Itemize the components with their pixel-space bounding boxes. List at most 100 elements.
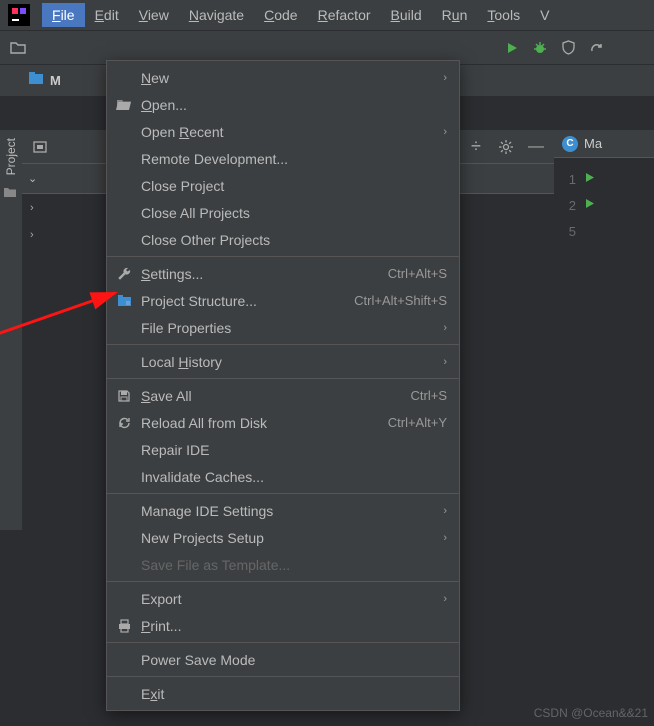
menu-item-save-file-as-template: Save File as Template... <box>107 551 459 578</box>
menu-item-project-structure[interactable]: Project Structure... Ctrl+Alt+Shift+S <box>107 287 459 314</box>
open-folder-icon[interactable] <box>8 38 28 58</box>
menu-item-file-properties[interactable]: File Properties› <box>107 314 459 341</box>
menu-item-reload-all-from-disk[interactable]: Reload All from Disk Ctrl+Alt+Y <box>107 409 459 436</box>
menu-item-invalidate-caches[interactable]: Invalidate Caches... <box>107 463 459 490</box>
gutter-line[interactable]: 2 <box>558 192 650 218</box>
menu-item-settings[interactable]: Settings... Ctrl+Alt+S <box>107 260 459 287</box>
main-toolbar <box>0 30 654 64</box>
editor-area: C Ma 1 2 5 <box>554 130 654 726</box>
folder-icon[interactable] <box>3 185 19 201</box>
gear-icon[interactable] <box>496 137 516 157</box>
menu-item-export[interactable]: Export › <box>107 585 459 612</box>
menu-item-close-other-projects[interactable]: Close Other Projects <box>107 226 459 253</box>
menu-item-close-project[interactable]: Close Project <box>107 172 459 199</box>
project-icon <box>28 71 44 90</box>
wrench-icon <box>115 266 133 281</box>
chevron-right-icon: › <box>443 593 447 605</box>
save-icon <box>115 389 133 403</box>
editor-tab[interactable]: C Ma <box>554 130 654 158</box>
collapse-icon[interactable]: ÷ <box>466 137 486 157</box>
run-icon[interactable] <box>502 38 522 58</box>
chevron-right-icon: › <box>443 505 447 517</box>
gutter-line[interactable]: 1 <box>558 166 650 192</box>
menu-view[interactable]: View <box>129 3 179 27</box>
menu-item-shortcut: Ctrl+S <box>411 388 447 403</box>
menu-item-manage-ide-settings[interactable]: Manage IDE Settings› <box>107 497 459 524</box>
reload-icon <box>115 415 133 430</box>
menu-item-label: Settings... <box>141 266 380 282</box>
menu-item-label: Close All Projects <box>141 205 447 221</box>
menu-item-label: Reload All from Disk <box>141 415 380 431</box>
menu-run[interactable]: Run <box>432 3 478 27</box>
menu-item-label: New Projects Setup <box>141 530 435 546</box>
menu-item-shortcut: Ctrl+Alt+Y <box>388 415 447 430</box>
menu-item-label: Open... <box>141 97 447 113</box>
intellij-logo <box>8 4 30 26</box>
menu-item-shortcut: Ctrl+Alt+Shift+S <box>354 293 447 308</box>
menu-item-power-save-mode[interactable]: Power Save Mode <box>107 646 459 673</box>
menu-file[interactable]: File <box>42 3 85 27</box>
menu-item-open-recent[interactable]: Open Recent› <box>107 118 459 145</box>
menu-item-remote-development[interactable]: Remote Development... <box>107 145 459 172</box>
menu-item-close-all-projects[interactable]: Close All Projects <box>107 199 459 226</box>
menu-tools[interactable]: Tools <box>477 3 530 27</box>
editor-tab-label: Ma <box>584 136 602 151</box>
run-gutter-icon[interactable] <box>584 198 595 212</box>
menu-refactor[interactable]: Refactor <box>308 3 381 27</box>
chevron-right-icon: › <box>443 356 447 368</box>
run-gutter-icon[interactable] <box>584 172 595 186</box>
menu-item-label: Repair IDE <box>141 442 447 458</box>
menu-item-label: Print... <box>141 618 447 634</box>
gutter-line[interactable]: 5 <box>558 218 650 244</box>
menu-item-open[interactable]: Open... <box>107 91 459 118</box>
menu-item-label: Save All <box>141 388 403 404</box>
chevron-down-icon: ⌄ <box>28 172 46 185</box>
menubar: FileEditViewNavigateCodeRefactorBuildRun… <box>0 0 654 30</box>
coverage-icon[interactable] <box>558 38 578 58</box>
update-icon[interactable] <box>586 38 606 58</box>
menu-item-repair-ide[interactable]: Repair IDE <box>107 436 459 463</box>
menu-item-label: Project Structure... <box>141 293 346 309</box>
tree-row[interactable]: › <box>22 221 112 248</box>
menu-item-exit[interactable]: Exit <box>107 680 459 707</box>
menu-item-label: File Properties <box>141 320 435 336</box>
chevron-right-icon: › <box>443 72 447 84</box>
project-tree: › › <box>22 194 112 248</box>
menu-item-save-all[interactable]: Save All Ctrl+S <box>107 382 459 409</box>
menu-item-local-history[interactable]: Local History › <box>107 348 459 375</box>
menu-item-shortcut: Ctrl+Alt+S <box>388 266 447 281</box>
print-icon <box>115 619 133 633</box>
tree-row[interactable]: › <box>22 194 112 221</box>
chevron-right-icon: › <box>30 202 44 214</box>
menu-item-label: Local History <box>141 354 435 370</box>
menu-build[interactable]: Build <box>381 3 432 27</box>
project-structure-icon <box>115 294 133 307</box>
menu-item-label: Invalidate Caches... <box>141 469 447 485</box>
chevron-right-icon: › <box>443 532 447 544</box>
class-icon: C <box>562 136 578 152</box>
menu-navigate[interactable]: Navigate <box>179 3 254 27</box>
line-number: 5 <box>558 224 576 239</box>
line-number: 2 <box>558 198 576 213</box>
menu-item-label: Close Other Projects <box>141 232 447 248</box>
watermark: CSDN @Ocean&&21 <box>534 706 648 720</box>
menu-item-label: Power Save Mode <box>141 652 447 668</box>
chevron-right-icon: › <box>30 229 44 241</box>
menu-item-label: Export <box>141 591 435 607</box>
hide-icon[interactable]: — <box>526 137 546 157</box>
folder-open-icon <box>115 98 133 111</box>
file-menu-dropdown: New › Open... Open Recent› Remote Developmen… <box>106 60 460 711</box>
menu-item-new-projects-setup[interactable]: New Projects Setup › <box>107 524 459 551</box>
debug-icon[interactable] <box>530 38 550 58</box>
project-tool-tab[interactable]: Project <box>4 134 18 179</box>
menu-code[interactable]: Code <box>254 3 307 27</box>
menu-item-label: Remote Development... <box>141 151 447 167</box>
menu-item-new[interactable]: New › <box>107 64 459 91</box>
select-opened-file-icon[interactable] <box>30 137 50 157</box>
menu-item-print[interactable]: Print... <box>107 612 459 639</box>
chevron-right-icon: › <box>443 126 447 138</box>
breadcrumb-project[interactable]: M <box>50 73 61 88</box>
menu-item-label: New <box>141 70 435 86</box>
menu-edit[interactable]: Edit <box>85 3 129 27</box>
menu-v[interactable]: V <box>530 3 559 27</box>
